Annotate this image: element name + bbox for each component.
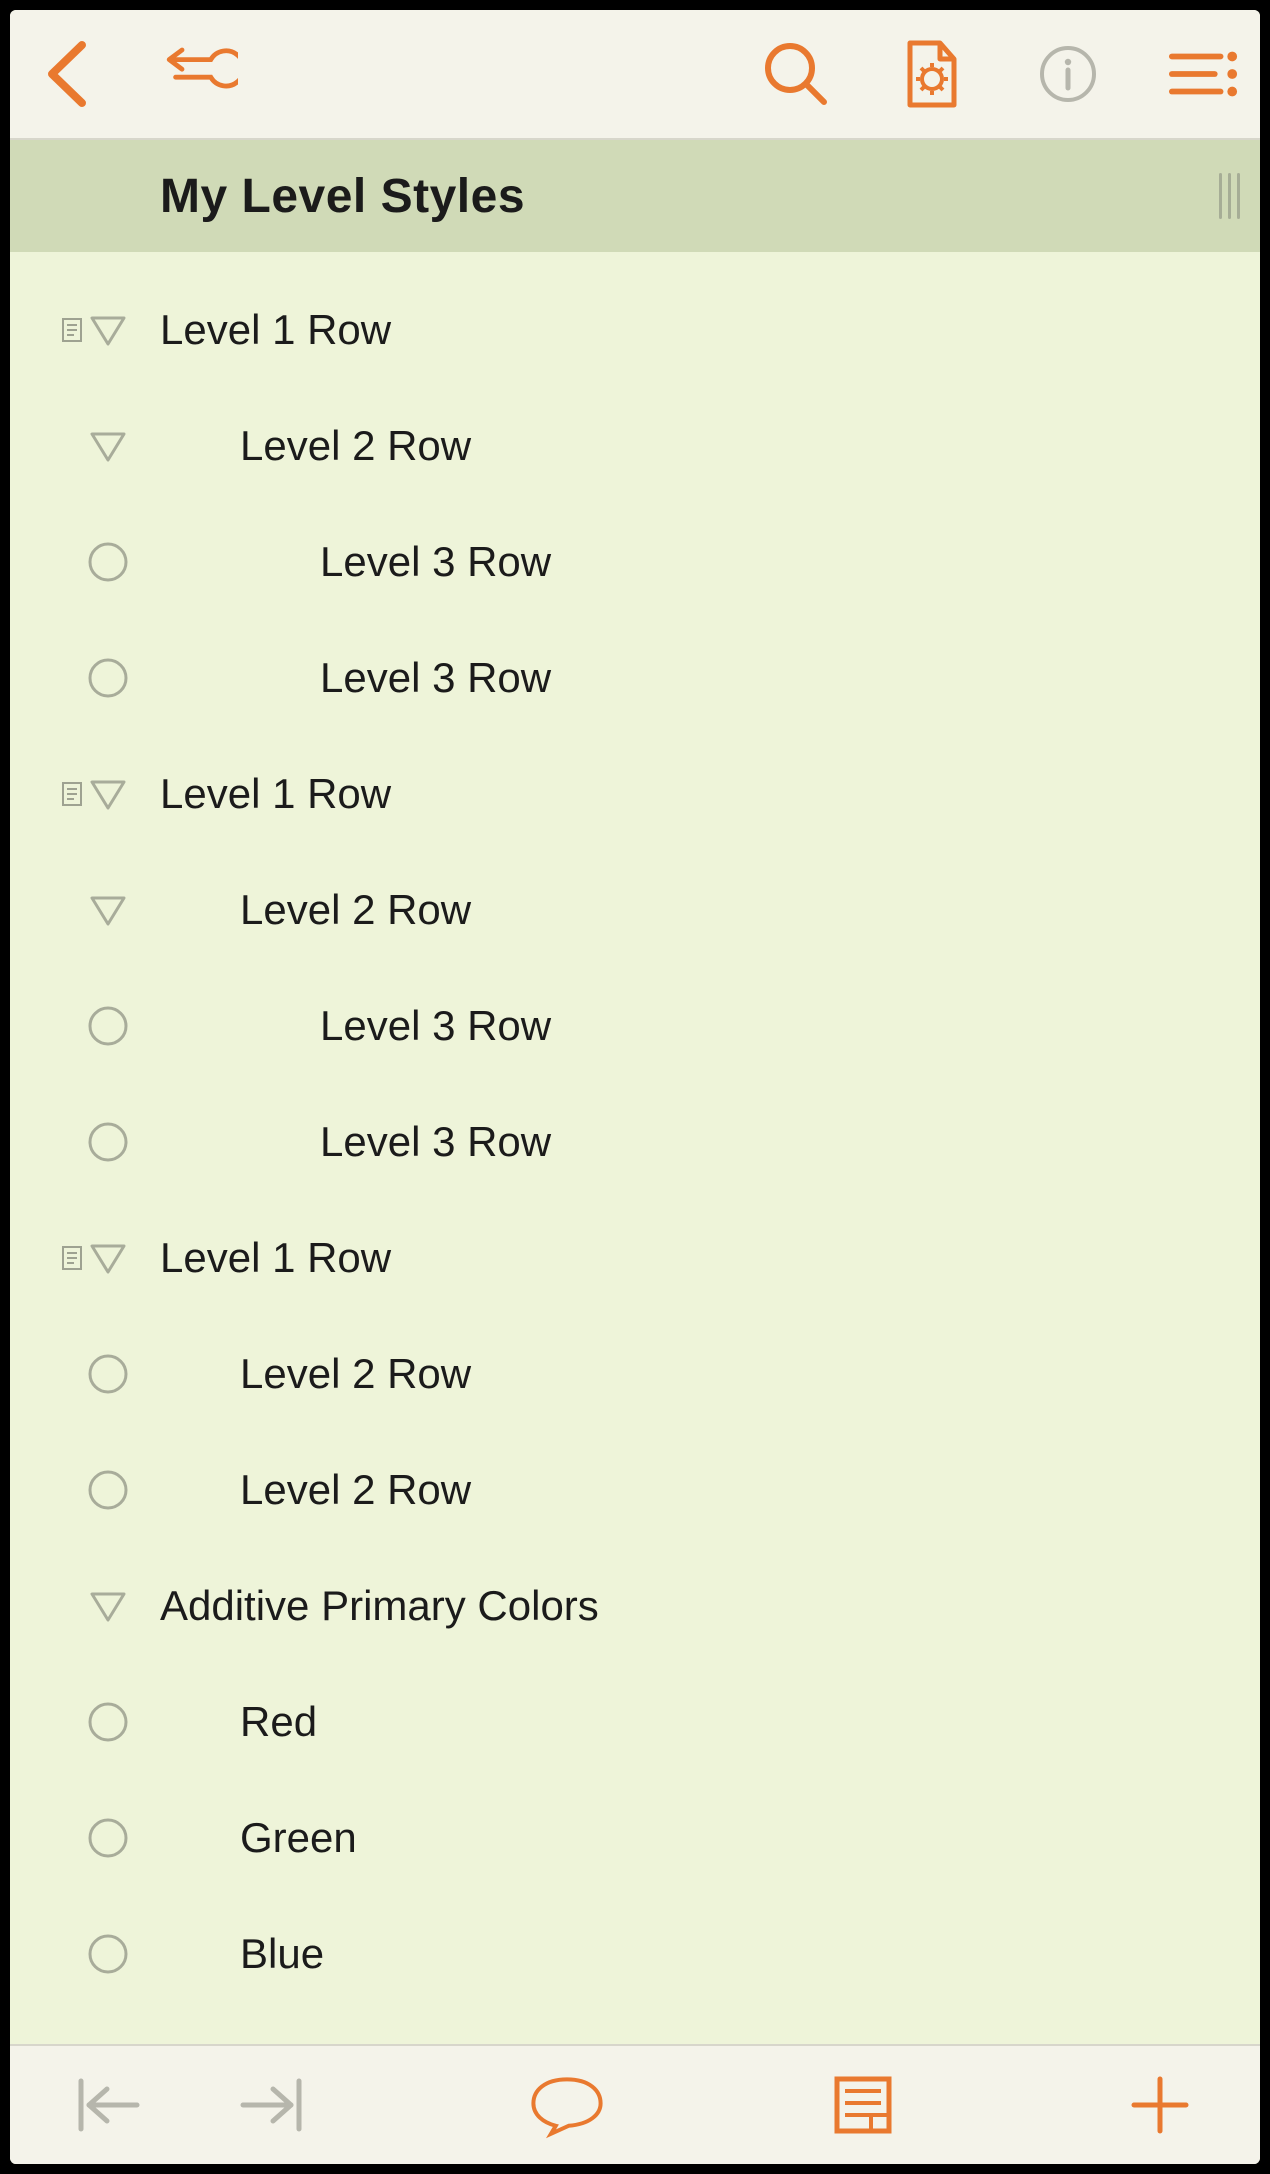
row-gutter	[10, 968, 150, 1084]
row-label[interactable]: Green	[240, 1814, 357, 1862]
outline-row[interactable]: Level 3 Row	[10, 504, 1260, 620]
row-gutter	[10, 736, 150, 852]
document-settings-button[interactable]	[896, 38, 968, 110]
row-label[interactable]: Level 3 Row	[320, 538, 551, 586]
outline-row[interactable]: Level 2 Row	[10, 852, 1260, 968]
outline-row[interactable]: Blue	[10, 1896, 1260, 2012]
row-handle-icon[interactable]	[86, 1700, 130, 1744]
row-handle-icon[interactable]	[86, 1816, 130, 1860]
row-gutter	[10, 852, 150, 968]
note-indicator-icon[interactable]	[62, 782, 82, 806]
outline-row[interactable]: Level 2 Row	[10, 388, 1260, 504]
search-button[interactable]	[760, 38, 832, 110]
disclosure-triangle-icon[interactable]	[86, 772, 130, 816]
indent-button[interactable]	[230, 2065, 310, 2145]
disclosure-triangle-icon[interactable]	[86, 424, 130, 468]
undo-button[interactable]	[166, 38, 238, 110]
bottom-toolbar	[10, 2044, 1260, 2164]
outline-row[interactable]: Level 1 Row	[10, 736, 1260, 852]
row-label[interactable]: Level 3 Row	[320, 654, 551, 702]
disclosure-triangle-icon[interactable]	[86, 308, 130, 352]
drag-handle-icon[interactable]	[1219, 173, 1240, 219]
row-gutter	[10, 504, 150, 620]
row-label[interactable]: Level 1 Row	[160, 306, 391, 354]
row-gutter	[10, 1548, 150, 1664]
row-gutter	[10, 1432, 150, 1548]
row-handle-icon[interactable]	[86, 540, 130, 584]
row-label[interactable]: Level 2 Row	[240, 886, 471, 934]
disclosure-triangle-icon[interactable]	[86, 1236, 130, 1280]
row-gutter	[10, 388, 150, 504]
row-label[interactable]: Red	[240, 1698, 317, 1746]
row-gutter	[10, 1200, 150, 1316]
row-gutter	[10, 272, 150, 388]
row-gutter	[10, 1896, 150, 2012]
disclosure-triangle-icon[interactable]	[86, 1584, 130, 1628]
view-options-button[interactable]	[1168, 38, 1240, 110]
top-toolbar	[10, 10, 1260, 140]
row-label[interactable]: Level 3 Row	[320, 1118, 551, 1166]
document-title: My Level Styles	[160, 169, 525, 224]
row-gutter	[10, 1316, 150, 1432]
row-gutter	[10, 1664, 150, 1780]
row-label[interactable]: Level 3 Row	[320, 1002, 551, 1050]
outline-body: Level 1 Row Level 2 Row Level 3 Row Level 3…	[10, 252, 1260, 2044]
note-indicator-icon[interactable]	[62, 318, 82, 342]
row-label[interactable]: Level 2 Row	[240, 1466, 471, 1514]
outline-row[interactable]: Level 1 Row	[10, 272, 1260, 388]
document-title-bar[interactable]: My Level Styles	[10, 140, 1260, 252]
row-label[interactable]: Level 1 Row	[160, 770, 391, 818]
row-label[interactable]: Level 1 Row	[160, 1234, 391, 1282]
row-label[interactable]: Level 2 Row	[240, 1350, 471, 1398]
row-label[interactable]: Additive Primary Colors	[160, 1582, 599, 1630]
row-gutter	[10, 1084, 150, 1200]
info-button[interactable]	[1032, 38, 1104, 110]
outline-row[interactable]: Level 2 Row	[10, 1316, 1260, 1432]
attachments-button[interactable]	[823, 2065, 903, 2145]
row-handle-icon[interactable]	[86, 1932, 130, 1976]
row-handle-icon[interactable]	[86, 1468, 130, 1512]
note-button[interactable]	[527, 2065, 607, 2145]
outline-row[interactable]: Green	[10, 1780, 1260, 1896]
note-indicator-icon[interactable]	[62, 1246, 82, 1270]
add-row-button[interactable]	[1120, 2065, 1200, 2145]
outline-row[interactable]: Red	[10, 1664, 1260, 1780]
row-handle-icon[interactable]	[86, 656, 130, 700]
outline-row[interactable]: Level 3 Row	[10, 620, 1260, 736]
outline-row[interactable]: Level 3 Row	[10, 1084, 1260, 1200]
back-button[interactable]	[30, 38, 102, 110]
outline-row[interactable]: Level 2 Row	[10, 1432, 1260, 1548]
row-label[interactable]: Level 2 Row	[240, 422, 471, 470]
row-handle-icon[interactable]	[86, 1352, 130, 1396]
row-gutter	[10, 620, 150, 736]
outline-row[interactable]: Level 3 Row	[10, 968, 1260, 1084]
row-label[interactable]: Blue	[240, 1930, 324, 1978]
outline-row[interactable]: Additive Primary Colors	[10, 1548, 1260, 1664]
row-gutter	[10, 1780, 150, 1896]
outline-row[interactable]: Level 1 Row	[10, 1200, 1260, 1316]
disclosure-triangle-icon[interactable]	[86, 888, 130, 932]
outdent-button[interactable]	[70, 2065, 150, 2145]
row-handle-icon[interactable]	[86, 1004, 130, 1048]
row-handle-icon[interactable]	[86, 1120, 130, 1164]
